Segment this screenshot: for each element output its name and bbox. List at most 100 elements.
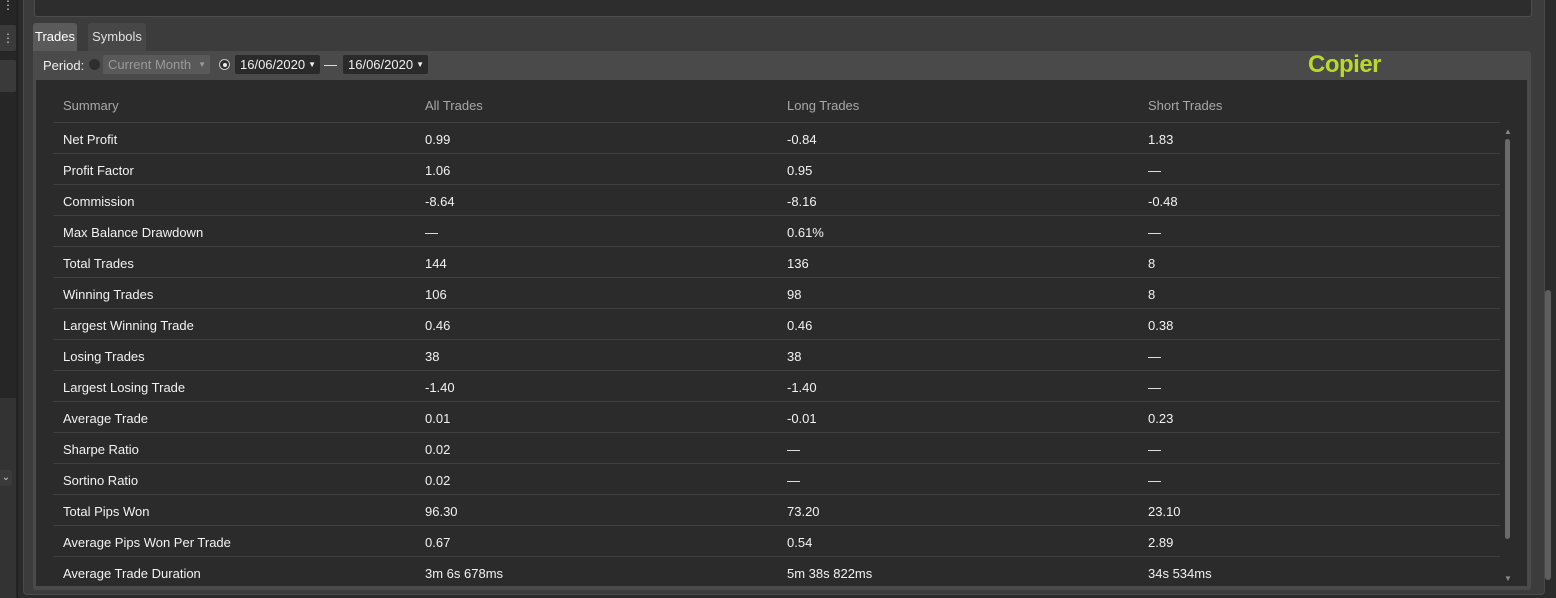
period-preset-radio[interactable] <box>89 59 100 70</box>
row-value: 38 <box>787 349 802 364</box>
row-label: Average Pips Won Per Trade <box>63 535 231 550</box>
row-value: 0.99 <box>425 132 451 147</box>
row-value: 96.30 <box>425 504 458 519</box>
gutter-button[interactable] <box>0 60 16 92</box>
period-preset-value: Current Month <box>108 57 192 72</box>
date-range-separator: — <box>324 57 337 72</box>
row-value: -1.40 <box>425 380 455 395</box>
scroll-up-icon[interactable]: ▲ <box>1503 127 1513 136</box>
row-label: Total Trades <box>63 256 134 271</box>
row-value: 0.02 <box>425 442 451 457</box>
row-label: Largest Losing Trade <box>63 380 186 395</box>
dropdown-arrow-icon: ▼ <box>308 60 316 69</box>
row-value: 8 <box>1148 256 1156 271</box>
row-value: 38 <box>425 349 440 364</box>
row-value: 1.06 <box>425 163 451 178</box>
dropdown-arrow-icon: ▼ <box>198 60 206 69</box>
row-label: Commission <box>63 194 135 209</box>
column-header-short-trades[interactable]: Short Trades <box>1148 98 1222 113</box>
table-row: Winning Trades 106 98 8 <box>53 278 1500 309</box>
period-preset-select[interactable]: Current Month ▼ <box>103 55 210 74</box>
column-header-long-trades[interactable]: Long Trades <box>787 98 859 113</box>
row-value: — <box>787 442 800 457</box>
table-row: Largest Winning Trade 0.46 0.46 0.38 <box>53 309 1500 340</box>
row-value: 98 <box>787 287 802 302</box>
row-value: 0.46 <box>787 318 813 333</box>
table-row: Total Pips Won 96.30 73.20 23.10 <box>53 495 1500 526</box>
table-row: Losing Trades 38 38 — <box>53 340 1500 371</box>
row-label: Average Trade <box>63 411 149 426</box>
row-value: 23.10 <box>1148 504 1181 519</box>
row-value: — <box>1148 349 1161 364</box>
row-label: Profit Factor <box>63 163 134 178</box>
row-value: 3m 6s 678ms <box>425 566 504 581</box>
column-header-summary[interactable]: Summary <box>63 98 119 113</box>
row-value: -0.48 <box>1148 194 1178 209</box>
row-label: Winning Trades <box>63 287 154 302</box>
row-label: Total Pips Won <box>63 504 150 519</box>
table-header: Summary All Trades Long Trades Short Tra… <box>53 88 1500 123</box>
row-value: -8.16 <box>787 194 817 209</box>
row-value: -0.01 <box>787 411 817 426</box>
row-label: Losing Trades <box>63 349 145 364</box>
row-label: Max Balance Drawdown <box>63 225 204 240</box>
date-to-select[interactable]: 16/06/2020 ▼ <box>343 55 428 74</box>
table-row: Sortino Ratio 0.02 — — <box>53 464 1500 495</box>
row-value: 0.61% <box>787 225 824 240</box>
table-row: Max Balance Drawdown — 0.61% — <box>53 216 1500 247</box>
table-body: Net Profit 0.99 -0.84 1.83 Profit Factor 1.06… <box>53 123 1500 586</box>
table-row: Profit Factor 1.06 0.95 — <box>53 154 1500 185</box>
gutter-button[interactable]: ⋮ <box>0 25 16 51</box>
row-label: Largest Winning Trade <box>63 318 194 333</box>
more-vertical-icon[interactable]: ⋮ <box>2 0 14 11</box>
row-value: -1.40 <box>787 380 817 395</box>
brand-logo: Copier <box>1308 51 1382 78</box>
table-row: Average Trade Duration 3m 6s 678ms 5m 38s … <box>53 557 1500 586</box>
period-label: Period: <box>43 58 85 73</box>
row-value: 0.38 <box>1148 318 1174 333</box>
row-value: 0.23 <box>1148 411 1174 426</box>
scrollbar-thumb[interactable] <box>1505 139 1510 539</box>
row-value: 0.67 <box>425 535 451 550</box>
table-row: Largest Losing Trade -1.40 -1.40 — <box>53 371 1500 402</box>
row-value: — <box>1148 380 1161 395</box>
row-value: — <box>1148 442 1161 457</box>
table-row: Sharpe Ratio 0.02 — — <box>53 433 1500 464</box>
row-value: — <box>1148 225 1161 240</box>
row-value: 106 <box>425 287 447 302</box>
scroll-down-icon[interactable]: ▼ <box>1503 574 1513 583</box>
table-row: Commission -8.64 -8.16 -0.48 <box>53 185 1500 216</box>
column-header-all-trades[interactable]: All Trades <box>425 98 483 113</box>
tab-trades[interactable]: Trades <box>33 23 77 51</box>
row-label: Sharpe Ratio <box>63 442 139 457</box>
row-value: — <box>1148 473 1161 488</box>
dropdown-arrow-icon: ▼ <box>416 60 424 69</box>
row-value: 136 <box>787 256 809 271</box>
row-value: -0.84 <box>787 132 817 147</box>
left-gutter: ⋮ ⋮ ⌄ <box>0 0 18 598</box>
custom-range-radio[interactable] <box>219 59 230 70</box>
row-value: — <box>425 225 438 240</box>
top-panel <box>34 0 1532 17</box>
date-from-value: 16/06/2020 <box>240 57 306 72</box>
row-value: 2.89 <box>1148 535 1174 550</box>
row-value: 0.01 <box>425 411 451 426</box>
outer-scrollbar[interactable] <box>1545 290 1551 580</box>
gutter-section <box>0 398 16 598</box>
row-value: -8.64 <box>425 194 455 209</box>
row-value: 1.83 <box>1148 132 1174 147</box>
row-value: 144 <box>425 256 447 271</box>
table-row: Net Profit 0.99 -0.84 1.83 <box>53 123 1500 154</box>
chevron-down-icon[interactable]: ⌄ <box>0 470 12 486</box>
row-label: Sortino Ratio <box>63 473 139 488</box>
date-from-select[interactable]: 16/06/2020 ▼ <box>235 55 320 74</box>
more-vertical-icon: ⋮ <box>2 31 14 45</box>
period-toolbar: Period: Current Month ▼ 16/06/2020 ▼ — 1… <box>33 51 1531 79</box>
tab-symbols[interactable]: Symbols <box>88 23 146 51</box>
row-value: 73.20 <box>787 504 820 519</box>
row-value: — <box>787 473 800 488</box>
table-row: Total Trades 144 136 8 <box>53 247 1500 278</box>
table-scrollbar[interactable]: ▲ ▼ <box>1503 127 1513 586</box>
row-value: — <box>1148 163 1161 178</box>
table-row: Average Trade 0.01 -0.01 0.23 <box>53 402 1500 433</box>
